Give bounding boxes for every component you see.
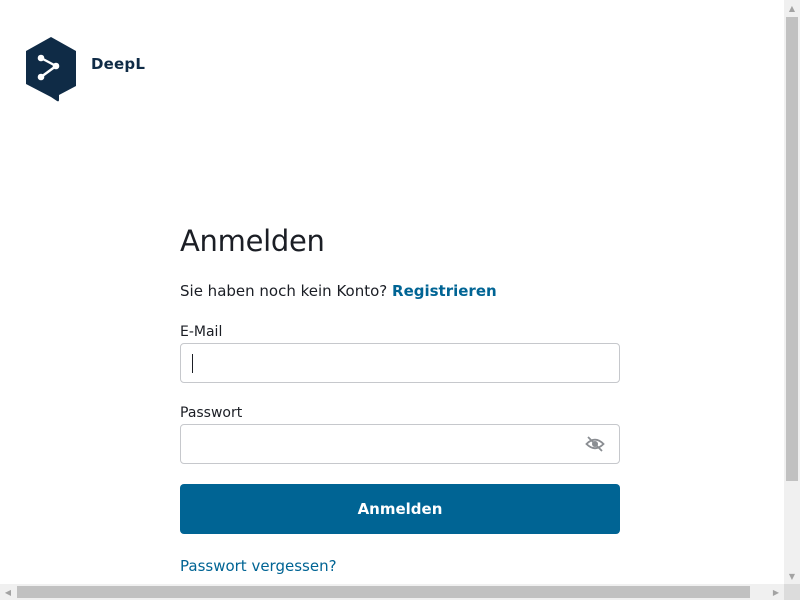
signup-prompt: Sie haben noch kein Konto? Registrieren bbox=[180, 282, 497, 300]
password-input[interactable] bbox=[181, 425, 571, 463]
vertical-scroll-thumb[interactable] bbox=[786, 17, 798, 481]
vertical-scrollbar[interactable]: ▲ ▼ bbox=[784, 0, 800, 584]
password-field-container bbox=[180, 424, 620, 464]
horizontal-scrollbar[interactable]: ◀ ▶ bbox=[0, 584, 784, 600]
text-caret bbox=[192, 354, 193, 373]
scrollbar-corner bbox=[784, 584, 800, 600]
deepl-logo[interactable] bbox=[24, 36, 78, 102]
brand-name: DeepL bbox=[91, 55, 146, 73]
signup-prompt-text: Sie haben noch kein Konto? bbox=[180, 282, 388, 300]
scroll-right-arrow-icon[interactable]: ▶ bbox=[768, 584, 784, 600]
email-input[interactable] bbox=[181, 344, 571, 382]
register-link[interactable]: Registrieren bbox=[392, 282, 497, 300]
scroll-down-arrow-icon[interactable]: ▼ bbox=[784, 568, 800, 584]
horizontal-scroll-thumb[interactable] bbox=[17, 586, 750, 598]
page-title: Anmelden bbox=[180, 224, 325, 258]
email-label: E-Mail bbox=[180, 324, 223, 340]
deepl-logo-icon bbox=[26, 37, 76, 102]
eye-slash-icon[interactable] bbox=[585, 435, 605, 453]
forgot-password-link[interactable]: Passwort vergessen? bbox=[180, 557, 337, 575]
login-submit-button[interactable]: Anmelden bbox=[180, 484, 620, 534]
email-field-container bbox=[180, 343, 620, 383]
page-viewport: DeepL Anmelden Sie haben noch kein Konto… bbox=[0, 0, 784, 584]
scroll-left-arrow-icon[interactable]: ◀ bbox=[0, 584, 16, 600]
scroll-up-arrow-icon[interactable]: ▲ bbox=[784, 0, 800, 16]
password-label: Passwort bbox=[180, 405, 243, 421]
